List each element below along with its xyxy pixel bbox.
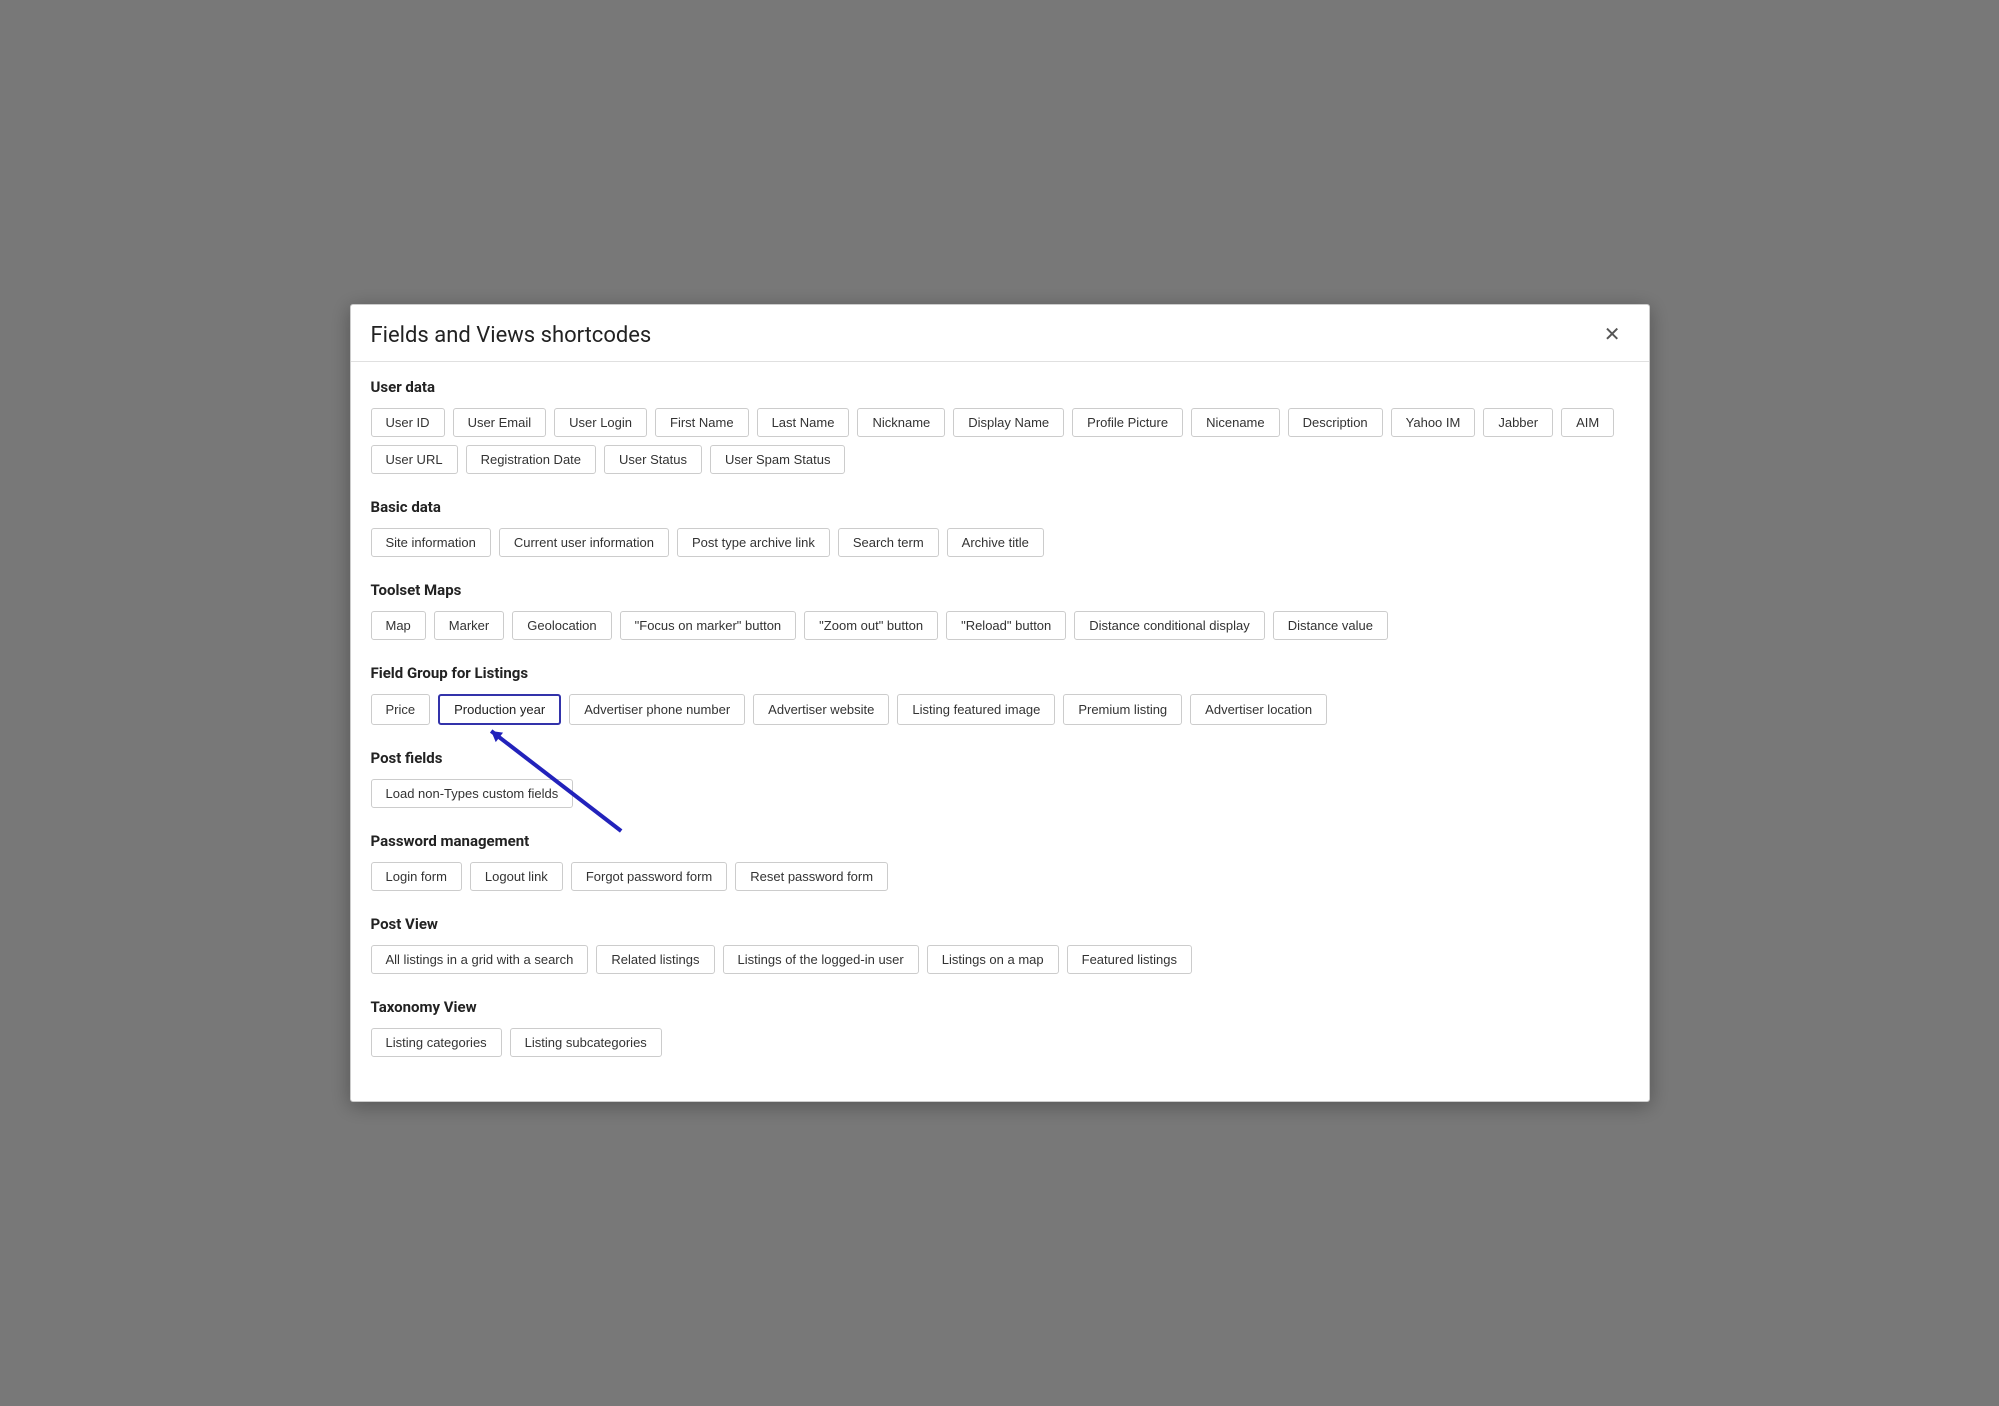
btn-display-name[interactable]: Display Name [953, 408, 1064, 437]
btn-search-term[interactable]: Search term [838, 528, 939, 557]
section-title-basic-data: Basic data [371, 498, 1629, 516]
btn-group-basic-data: Site information Current user information… [371, 528, 1629, 557]
btn-load-non-types-custom-fields[interactable]: Load non-Types custom fields [371, 779, 574, 808]
section-title-post-view: Post View [371, 915, 1629, 933]
btn-site-information[interactable]: Site information [371, 528, 491, 557]
section-user-data: User data User ID User EmailUser Login Firs… [371, 378, 1629, 474]
section-title-field-group-listings: Field Group for Listings [371, 664, 1629, 682]
btn-group-field-group-listings: PriceProduction year Advertiser phone num… [371, 694, 1629, 725]
section-basic-data: Basic data Site information Current user i… [371, 498, 1629, 557]
modal-header: Fields and Views shortcodes ✕ [351, 305, 1649, 362]
btn-first-name[interactable]: First Name [655, 408, 749, 437]
section-title-taxonomy-view: Taxonomy View [371, 998, 1629, 1016]
btn-production-year[interactable]: Production year [438, 694, 561, 725]
section-password-management: Password management Login form Logout link… [371, 832, 1629, 891]
section-field-group-listings: Field Group for Listings PriceProduction … [371, 664, 1629, 725]
btn-group-post-fields: Load non-Types custom fields [371, 779, 1629, 808]
btn-logout-link[interactable]: Logout link [470, 862, 563, 891]
btn-user-spam-status[interactable]: User Spam Status [710, 445, 846, 474]
section-title-post-fields: Post fields [371, 749, 1629, 767]
btn-price[interactable]: Price [371, 694, 431, 725]
btn-group-post-view: All listings in a grid with a searchRela… [371, 945, 1629, 974]
btn-user-email[interactable]: User Email [453, 408, 547, 437]
btn-focus-on-marker-button[interactable]: "Focus on marker" button [620, 611, 797, 640]
btn-group-password-management: Login form Logout link Forgot password for… [371, 862, 1629, 891]
btn-last-name[interactable]: Last Name [757, 408, 850, 437]
btn-description[interactable]: Description [1288, 408, 1383, 437]
btn-listings-on-a-map[interactable]: Listings on a map [927, 945, 1059, 974]
btn-user-id[interactable]: User ID [371, 408, 445, 437]
section-toolset-maps: Toolset Maps Map Marker Geolocation "Focus o… [371, 581, 1629, 640]
btn-group-toolset-maps: Map Marker Geolocation "Focus on marker" bu… [371, 611, 1629, 640]
btn-listing-featured-image[interactable]: Listing featured image [897, 694, 1055, 725]
modal: Fields and Views shortcodes ✕ User dataU… [350, 304, 1650, 1102]
btn-listing-subcategories[interactable]: Listing subcategories [510, 1028, 662, 1057]
btn-featured-listings[interactable]: Featured listings [1067, 945, 1192, 974]
btn-current-user-information[interactable]: Current user information [499, 528, 669, 557]
section-title-password-management: Password management [371, 832, 1629, 850]
btn-listing-categories[interactable]: Listing categories [371, 1028, 502, 1057]
btn-reset-password-form[interactable]: Reset password form [735, 862, 888, 891]
btn-forgot-password-form[interactable]: Forgot password form [571, 862, 727, 891]
btn-archive-title[interactable]: Archive title [947, 528, 1044, 557]
btn-related-listings[interactable]: Related listings [596, 945, 714, 974]
btn-user-url[interactable]: User URL [371, 445, 458, 474]
btn-distance-conditional-display[interactable]: Distance conditional display [1074, 611, 1264, 640]
btn-advertiser-phone-number[interactable]: Advertiser phone number [569, 694, 745, 725]
section-post-fields: Post fields Load non-Types custom fields [371, 749, 1629, 808]
btn-advertiser-location[interactable]: Advertiser location [1190, 694, 1327, 725]
btn-geolocation[interactable]: Geolocation [512, 611, 611, 640]
section-title-user-data: User data [371, 378, 1629, 396]
btn-listings-of-the-logged-in-user[interactable]: Listings of the logged-in user [723, 945, 919, 974]
btn-zoom-out-button[interactable]: "Zoom out" button [804, 611, 938, 640]
section-post-view: Post View All listings in a grid with a s… [371, 915, 1629, 974]
btn-all-listings-in-a-grid-with-a-search[interactable]: All listings in a grid with a search [371, 945, 589, 974]
btn-group-user-data: User ID User EmailUser Login First Name Las… [371, 408, 1629, 474]
btn-nickname[interactable]: Nickname [857, 408, 945, 437]
btn-marker[interactable]: Marker [434, 611, 504, 640]
modal-body: User data User ID User EmailUser Login Firs… [351, 362, 1649, 1101]
modal-close-button[interactable]: ✕ [1596, 321, 1629, 349]
btn-aim[interactable]: AIM [1561, 408, 1614, 437]
btn-reload-button[interactable]: "Reload" button [946, 611, 1066, 640]
btn-distance-value[interactable]: Distance value [1273, 611, 1388, 640]
btn-jabber[interactable]: Jabber [1483, 408, 1553, 437]
btn-user-login[interactable]: User Login [554, 408, 647, 437]
modal-title: Fields and Views shortcodes [371, 323, 652, 348]
btn-registration-date[interactable]: Registration Date [466, 445, 596, 474]
btn-profile-picture[interactable]: Profile Picture [1072, 408, 1183, 437]
section-title-toolset-maps: Toolset Maps [371, 581, 1629, 599]
btn-premium-listing[interactable]: Premium listing [1063, 694, 1182, 725]
btn-advertiser-website[interactable]: Advertiser website [753, 694, 889, 725]
modal-overlay: Fields and Views shortcodes ✕ User dataU… [0, 0, 1999, 1406]
btn-login-form[interactable]: Login form [371, 862, 462, 891]
btn-user-status[interactable]: User Status [604, 445, 702, 474]
btn-group-taxonomy-view: Listing categories Listing subcategories [371, 1028, 1629, 1057]
btn-nicename[interactable]: Nicename [1191, 408, 1280, 437]
btn-map[interactable]: Map [371, 611, 426, 640]
section-taxonomy-view: Taxonomy View Listing categories Listing s… [371, 998, 1629, 1057]
btn-yahoo-im[interactable]: Yahoo IM [1391, 408, 1476, 437]
btn-post-type-archive-link[interactable]: Post type archive link [677, 528, 830, 557]
